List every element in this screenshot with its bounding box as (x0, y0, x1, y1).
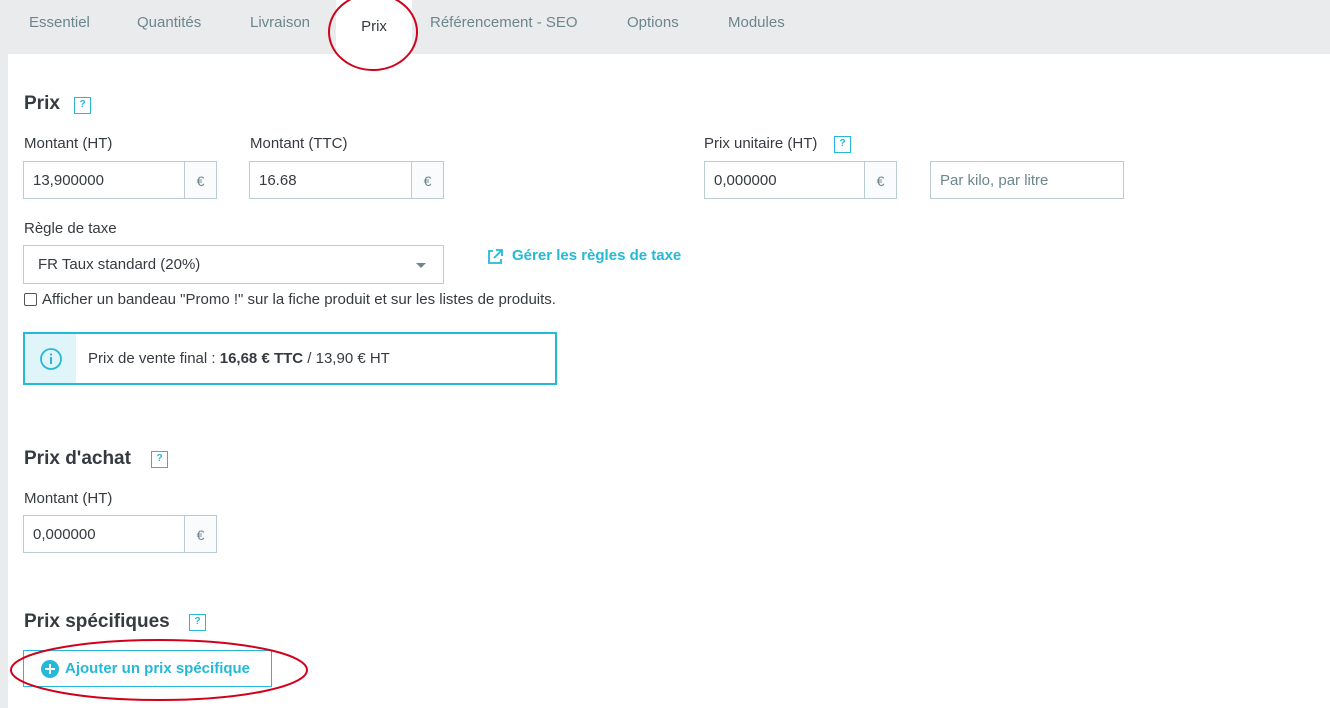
external-link-icon[interactable] (486, 248, 504, 266)
prix-achat-title: Prix d'achat (24, 448, 131, 469)
prix-unitaire-input[interactable]: 0,000000 € (704, 161, 897, 199)
caret-down-icon (416, 263, 426, 268)
final-price-text: Prix de vente final : 16,68 € TTC / 13,9… (76, 334, 402, 383)
final-price-ttc: 16,68 € TTC (219, 350, 304, 367)
tab-modules[interactable]: Modules (728, 14, 785, 34)
prix-unitaire-value[interactable]: 0,000000 (705, 162, 864, 198)
promo-checkbox-label[interactable]: Afficher un bandeau "Promo !" sur la fic… (42, 291, 556, 308)
manage-tax-rules-link[interactable]: Gérer les règles de taxe (512, 247, 681, 264)
tab-options[interactable]: Options (627, 14, 679, 34)
plus-circle-icon (41, 659, 59, 678)
montant-ttc-input[interactable]: 16.68 € (249, 161, 444, 199)
prix-achat-value[interactable]: 0,000000 (24, 516, 184, 552)
question-square-icon[interactable]: ? (151, 451, 168, 468)
alert-icon-box (25, 334, 76, 383)
info-circle-icon (39, 347, 62, 370)
add-specific-price-button[interactable]: Ajouter un prix spécifique (23, 650, 272, 687)
panel-edge (0, 54, 8, 708)
montant-ht-value[interactable]: 13,900000 (24, 162, 184, 198)
montant-ht-label: Montant (HT) (24, 135, 113, 152)
unit-input[interactable]: Par kilo, par litre (930, 161, 1124, 199)
prix-title: Prix (24, 93, 60, 114)
tab-essentiel[interactable]: Essentiel (29, 14, 90, 34)
prix-unitaire-label: Prix unitaire (HT) (704, 135, 818, 152)
final-price-prefix: Prix de vente final : (88, 350, 220, 367)
prix-specifiques-title: Prix spécifiques (24, 611, 170, 632)
currency-addon: € (411, 162, 443, 198)
tab-livraison[interactable]: Livraison (250, 14, 310, 34)
tax-rule-select[interactable]: FR Taux standard (20%) (23, 245, 444, 284)
final-price-alert: Prix de vente final : 16,68 € TTC / 13,9… (23, 332, 557, 385)
tab-referencement-seo[interactable]: Référencement - SEO (430, 14, 578, 34)
question-square-icon[interactable]: ? (74, 97, 91, 114)
tab-quantites[interactable]: Quantités (137, 14, 201, 34)
question-square-icon[interactable]: ? (834, 136, 851, 153)
promo-checkbox[interactable] (24, 293, 37, 306)
final-price-ht: 13,90 € HT (315, 350, 390, 367)
currency-addon: € (864, 162, 896, 198)
add-specific-price-label: Ajouter un prix spécifique (65, 660, 251, 677)
montant-ttc-value[interactable]: 16.68 (250, 162, 411, 198)
tab-prix[interactable]: Prix (336, 0, 412, 54)
prix-achat-input[interactable]: 0,000000 € (23, 515, 217, 553)
tax-rule-label: Règle de taxe (24, 220, 117, 237)
currency-addon: € (184, 516, 216, 552)
promo-checkbox-row[interactable]: Afficher un bandeau "Promo !" sur la fic… (24, 291, 556, 308)
montant-ht-input[interactable]: 13,900000 € (23, 161, 217, 199)
currency-addon: € (184, 162, 216, 198)
tax-rule-selected: FR Taux standard (20%) (38, 256, 201, 273)
prix-achat-montant-label: Montant (HT) (24, 490, 113, 507)
montant-ttc-label: Montant (TTC) (250, 135, 348, 152)
product-tabs: Essentiel Quantités Livraison Prix Référ… (0, 0, 1330, 54)
final-price-separator: / (303, 350, 316, 367)
question-square-icon[interactable]: ? (189, 614, 206, 631)
